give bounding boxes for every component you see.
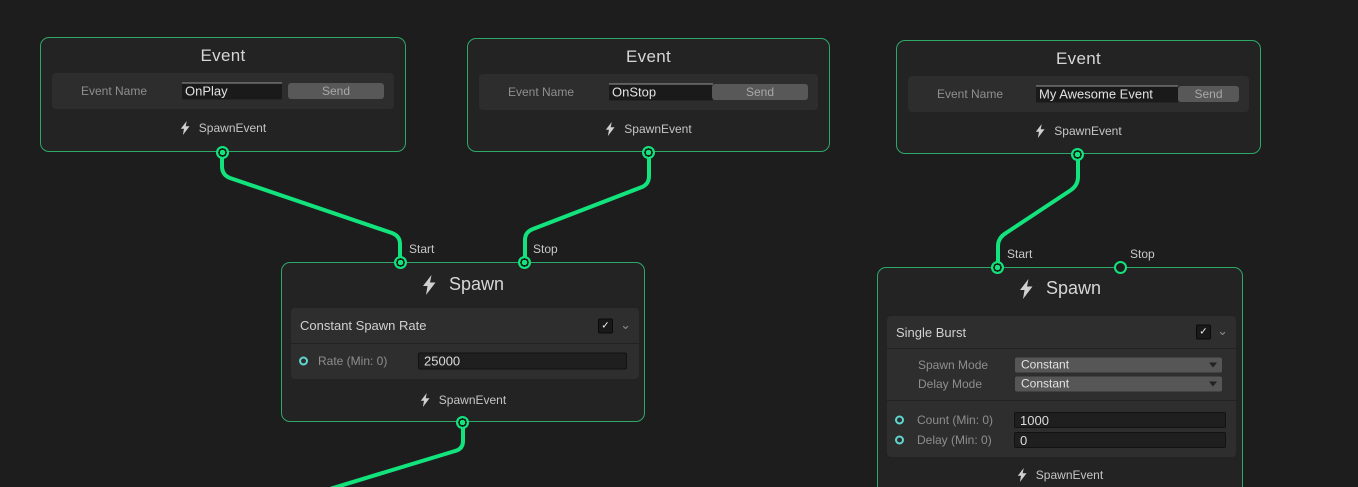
output-slot: SpawnEvent [282, 393, 644, 407]
lightning-bolt-icon [1035, 124, 1045, 138]
edge-onplay-to-spawn1-start[interactable] [222, 152, 400, 262]
lightning-bolt-icon [422, 275, 436, 295]
event-name-input[interactable]: My Awesome Event [1036, 86, 1178, 103]
event-settings-row: Event Name OnStop Send [479, 74, 818, 110]
spawn2-start-port[interactable] [991, 261, 1004, 274]
spawn1-stop-label: Stop [533, 242, 558, 256]
chevron-down-icon[interactable]: ⌄ [1217, 323, 1228, 339]
output-slot-label: SpawnEvent [624, 122, 691, 136]
event-settings-row: Event Name OnPlay Send [52, 73, 394, 109]
block-enabled-checkbox[interactable]: ✓ [1196, 325, 1211, 340]
output-slot: SpawnEvent [468, 122, 829, 136]
rate-input-port[interactable] [299, 357, 308, 366]
event-awesome-output-port[interactable] [1071, 148, 1084, 161]
send-button[interactable]: Send [1178, 86, 1239, 102]
spawn-node-1[interactable]: Spawn Constant Spawn Rate ✓ ⌄ Rate (Min:… [281, 262, 645, 422]
spawn-mode-row: Spawn Mode Constant [887, 355, 1236, 374]
delay-row: Delay (Min: 0) 0 [887, 430, 1236, 450]
event-name-label: Event Name [81, 84, 147, 98]
spawn-mode-label: Spawn Mode [918, 358, 988, 372]
lightning-bolt-icon [420, 393, 430, 407]
spawn1-start-label: Start [409, 242, 434, 256]
rate-label: Rate (Min: 0) [318, 354, 387, 368]
lightning-bolt-icon [180, 121, 190, 135]
delay-input-port[interactable] [895, 436, 904, 445]
event-node-my-awesome-event[interactable]: Event Event Name My Awesome Event Send S… [896, 40, 1261, 154]
spawn-node-2[interactable]: Spawn Single Burst ✓ ⌄ Spawn Mode Consta… [877, 267, 1243, 487]
spawn2-stop-port[interactable] [1114, 261, 1127, 274]
count-input[interactable]: 1000 [1014, 412, 1226, 428]
spawn-mode-dropdown[interactable]: Constant [1015, 357, 1222, 372]
block-title: Single Burst [896, 325, 966, 340]
output-slot-label: SpawnEvent [199, 121, 266, 135]
delay-mode-dropdown[interactable]: Constant [1015, 376, 1222, 391]
node-title: Event [897, 41, 1260, 69]
send-button[interactable]: Send [288, 83, 384, 99]
output-slot: SpawnEvent [897, 124, 1260, 138]
event-name-input[interactable]: OnPlay [182, 83, 282, 100]
spawn-mode-value: Constant [1021, 357, 1069, 371]
block-constant-spawn-rate[interactable]: Constant Spawn Rate ✓ ⌄ Rate (Min: 0) 25… [291, 308, 639, 379]
node-title-label: Spawn [1046, 278, 1101, 299]
delay-input[interactable]: 0 [1014, 432, 1226, 448]
lightning-bolt-icon [605, 122, 615, 136]
event-onstop-output-port[interactable] [642, 146, 655, 159]
count-label: Count (Min: 0) [917, 413, 993, 427]
node-title: Event [468, 39, 829, 67]
event-node-onstop[interactable]: Event Event Name OnStop Send SpawnEvent [467, 38, 830, 152]
node-title: Spawn [878, 278, 1242, 299]
delay-mode-row: Delay Mode Constant [887, 374, 1236, 393]
block-single-burst[interactable]: Single Burst ✓ ⌄ Spawn Mode Constant Del… [887, 316, 1236, 457]
count-input-port[interactable] [895, 416, 904, 425]
delay-mode-label: Delay Mode [918, 377, 982, 391]
send-button[interactable]: Send [712, 84, 808, 100]
node-title-label: Spawn [449, 274, 504, 295]
block-header: Single Burst ✓ ⌄ [887, 316, 1236, 348]
output-slot: SpawnEvent [878, 468, 1242, 482]
event-settings-row: Event Name My Awesome Event Send [908, 76, 1249, 112]
output-slot-label: SpawnEvent [1036, 468, 1103, 482]
event-onplay-output-port[interactable] [216, 146, 229, 159]
output-slot-label: SpawnEvent [439, 393, 506, 407]
spawn1-stop-port[interactable] [518, 256, 531, 269]
delay-label: Delay (Min: 0) [917, 433, 992, 447]
spawn1-start-port[interactable] [394, 256, 407, 269]
rate-input[interactable]: 25000 [418, 353, 627, 370]
rate-row: Rate (Min: 0) 25000 [291, 344, 639, 378]
count-row: Count (Min: 0) 1000 [887, 410, 1236, 430]
output-slot-label: SpawnEvent [1054, 124, 1121, 138]
spawn2-stop-label: Stop [1130, 247, 1155, 261]
edge-spawn1-output-offscreen[interactable] [310, 422, 463, 487]
dropdown-arrow-icon [1209, 362, 1217, 367]
delay-mode-value: Constant [1021, 376, 1069, 390]
node-title: Spawn [282, 274, 644, 295]
block-title: Constant Spawn Rate [300, 318, 426, 333]
dropdown-arrow-icon [1209, 381, 1217, 386]
spawn2-start-label: Start [1007, 247, 1032, 261]
output-slot: SpawnEvent [41, 121, 405, 135]
event-name-label: Event Name [937, 87, 1003, 101]
lightning-bolt-icon [1019, 279, 1033, 299]
node-title: Event [41, 38, 405, 66]
lightning-bolt-icon [1017, 468, 1027, 482]
event-node-onplay[interactable]: Event Event Name OnPlay Send SpawnEvent [40, 37, 406, 152]
chevron-down-icon[interactable]: ⌄ [620, 317, 631, 333]
spawn1-output-port[interactable] [456, 416, 469, 429]
block-header: Constant Spawn Rate ✓ ⌄ [291, 308, 639, 343]
event-name-label: Event Name [508, 85, 574, 99]
vfx-graph-canvas[interactable]: Event Event Name OnPlay Send Spawn Event … [0, 0, 1358, 487]
block-enabled-checkbox[interactable]: ✓ [598, 318, 613, 333]
event-name-input[interactable]: OnStop [609, 84, 713, 101]
